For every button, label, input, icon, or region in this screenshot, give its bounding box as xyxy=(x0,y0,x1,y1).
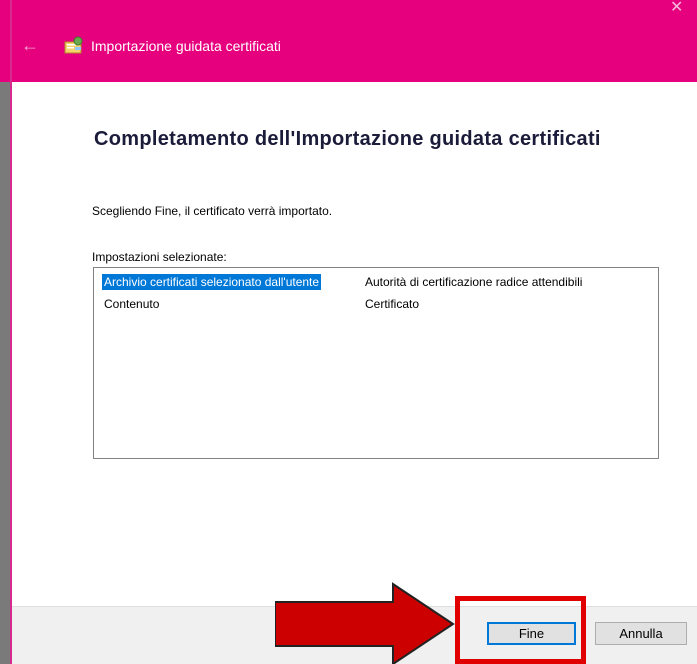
certificate-wizard-icon xyxy=(64,36,83,54)
finish-button[interactable]: Fine xyxy=(487,622,576,645)
window-border xyxy=(10,0,12,664)
settings-list[interactable]: Archivio certificati selezionato dall'ut… xyxy=(93,267,659,459)
setting-name: Contenuto xyxy=(104,297,160,311)
page-title: Completamento dell'Importazione guidata … xyxy=(94,128,601,150)
cancel-button[interactable]: Annulla xyxy=(595,622,687,645)
title-bar: ← Importazione guidata certificati ✕ xyxy=(0,0,697,82)
close-icon[interactable]: ✕ xyxy=(670,0,688,18)
description-text: Scegliendo Fine, il certificato verrà im… xyxy=(92,204,333,218)
setting-value: Certificato xyxy=(365,297,420,311)
setting-value: Autorità di certificazione radice attend… xyxy=(365,275,583,289)
settings-label: Impostazioni selezionate: xyxy=(92,250,227,264)
wizard-window: ← Importazione guidata certificati ✕ Com… xyxy=(0,0,697,664)
desktop-backdrop xyxy=(0,0,10,664)
list-item[interactable]: Archivio certificati selezionato dall'ut… xyxy=(102,274,652,291)
list-item[interactable]: Contenuto Certificato xyxy=(102,296,652,313)
window-title: Importazione guidata certificati xyxy=(91,38,281,54)
setting-name: Archivio certificati selezionato dall'ut… xyxy=(102,274,322,290)
back-arrow-icon[interactable]: ← xyxy=(21,36,39,54)
